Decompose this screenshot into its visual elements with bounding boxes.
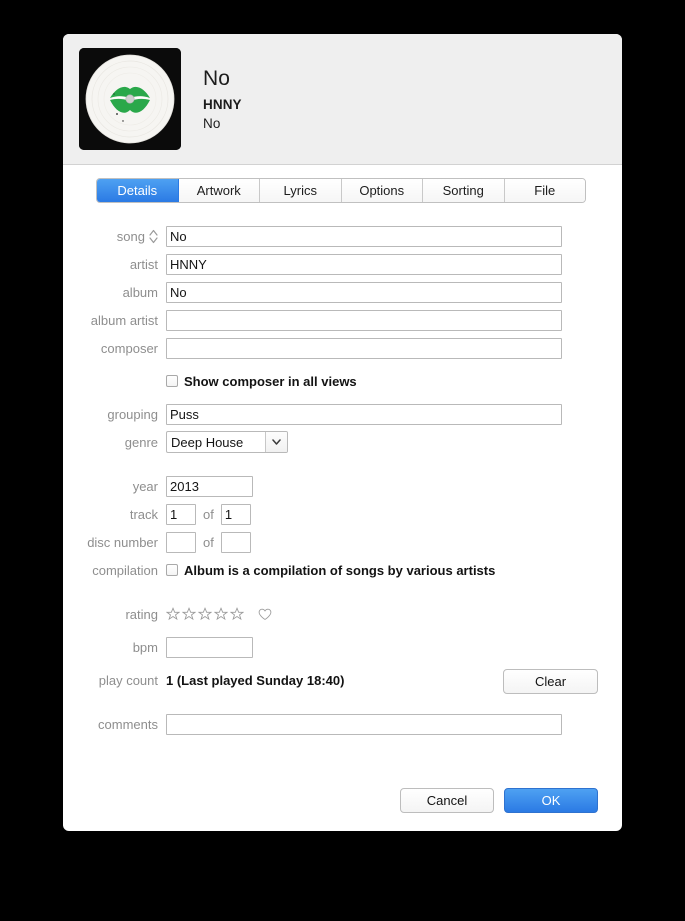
row-year: year 2013 — [63, 475, 622, 497]
year-input[interactable]: 2013 — [166, 475, 253, 497]
grouping-label: grouping — [107, 406, 158, 422]
row-album: album No — [63, 281, 622, 303]
compilation-label: compilation — [92, 562, 158, 578]
year-label: year — [132, 478, 158, 494]
album-artist-input[interactable] — [166, 309, 562, 331]
row-compilation: compilation Album is a compilation of so… — [63, 559, 622, 581]
row-grouping: grouping Puss — [63, 403, 622, 425]
tab-artwork[interactable]: Artwork — [178, 179, 260, 202]
disc-of-text: of — [203, 534, 214, 550]
disc-number-input[interactable] — [166, 531, 196, 553]
song-label-wrap: song — [63, 229, 166, 244]
bpm-label: bpm — [132, 639, 158, 655]
row-show-composer: Show composer in all views — [63, 370, 622, 392]
header-text-block: No HNNY No — [203, 66, 242, 132]
heart-icon — [258, 608, 272, 620]
comments-label: comments — [98, 716, 158, 732]
row-album-artist: album artist — [63, 309, 622, 331]
grouping-input[interactable]: Puss — [166, 403, 562, 425]
genre-dropdown-button[interactable] — [265, 432, 287, 452]
play-count-label: play count — [98, 672, 158, 688]
star-icon-3[interactable] — [198, 607, 212, 621]
star-icon-5[interactable] — [230, 607, 244, 621]
track-total-input[interactable]: 1 — [220, 503, 251, 525]
row-artist: artist HNNY — [63, 253, 622, 275]
genre-combobox[interactable]: Deep House — [166, 431, 288, 453]
song-label: song — [116, 228, 145, 244]
row-genre: genre Deep House — [63, 431, 622, 453]
genre-value: Deep House — [171, 434, 244, 450]
composer-label: composer — [100, 340, 158, 356]
tab-bar: Details Artwork Lyrics Options Sorting F… — [96, 178, 586, 203]
dialog-header: No HNNY No — [63, 34, 622, 165]
disc-total-input[interactable] — [220, 531, 251, 553]
compilation-checkbox-label[interactable]: Album is a compilation of songs by vario… — [184, 563, 495, 578]
clear-play-count-button[interactable]: Clear — [503, 669, 598, 694]
header-album: No — [203, 115, 221, 131]
row-track: track 1 of 1 — [63, 503, 622, 525]
track-number-input[interactable]: 1 — [166, 503, 196, 525]
row-comments: comments — [63, 713, 622, 735]
show-composer-checkbox[interactable] — [166, 375, 178, 387]
header-artist: HNNY — [203, 96, 242, 112]
details-form: song No artist HNNY album No album artis… — [63, 203, 622, 735]
disc-number-label: disc number — [87, 534, 158, 550]
star-icon-1[interactable] — [166, 607, 180, 621]
artist-label: artist — [129, 256, 158, 272]
album-artist-label: album artist — [90, 312, 158, 328]
artist-input[interactable]: HNNY — [166, 253, 562, 275]
track-of-text: of — [203, 506, 214, 522]
album-input[interactable]: No — [166, 281, 562, 303]
row-composer: composer — [63, 337, 622, 359]
dialog-footer: Cancel OK — [63, 769, 622, 831]
show-composer-label[interactable]: Show composer in all views — [184, 374, 357, 389]
composer-input[interactable] — [166, 337, 562, 359]
tab-sorting[interactable]: Sorting — [423, 179, 505, 202]
cancel-button[interactable]: Cancel — [400, 787, 494, 813]
chevron-down-icon — [272, 439, 281, 445]
star-icon-2[interactable] — [182, 607, 196, 621]
tab-file[interactable]: File — [504, 179, 585, 202]
bpm-input[interactable] — [166, 636, 253, 658]
love-track-button[interactable] — [258, 608, 272, 621]
rating-stars[interactable] — [166, 607, 272, 621]
up-down-chevron-icon — [149, 229, 158, 243]
song-input[interactable]: No — [166, 225, 562, 247]
rating-label: rating — [125, 606, 158, 622]
tab-details[interactable]: Details — [97, 179, 179, 202]
row-play-count: play count 1 (Last played Sunday 18:40) … — [63, 669, 622, 694]
compilation-checkbox[interactable] — [166, 564, 178, 576]
play-count-value: 1 (Last played Sunday 18:40) — [166, 672, 345, 688]
comments-input[interactable] — [166, 713, 562, 735]
row-disc-number: disc number of — [63, 531, 622, 553]
ok-button[interactable]: OK — [504, 787, 598, 813]
album-artwork[interactable] — [79, 48, 181, 150]
vinyl-record-icon — [79, 48, 181, 150]
row-rating: rating — [63, 603, 622, 625]
track-info-dialog: No HNNY No Details Artwork Lyrics Option… — [63, 34, 622, 831]
song-stepper-icon[interactable] — [149, 229, 158, 244]
tab-lyrics[interactable]: Lyrics — [260, 179, 342, 202]
track-label: track — [129, 506, 158, 522]
row-song: song No — [63, 225, 622, 247]
album-label: album — [122, 284, 158, 300]
genre-label: genre — [124, 434, 158, 450]
row-bpm: bpm — [63, 636, 622, 658]
header-song-title: No — [203, 66, 231, 90]
star-icon-4[interactable] — [214, 607, 228, 621]
tab-options[interactable]: Options — [341, 179, 423, 202]
